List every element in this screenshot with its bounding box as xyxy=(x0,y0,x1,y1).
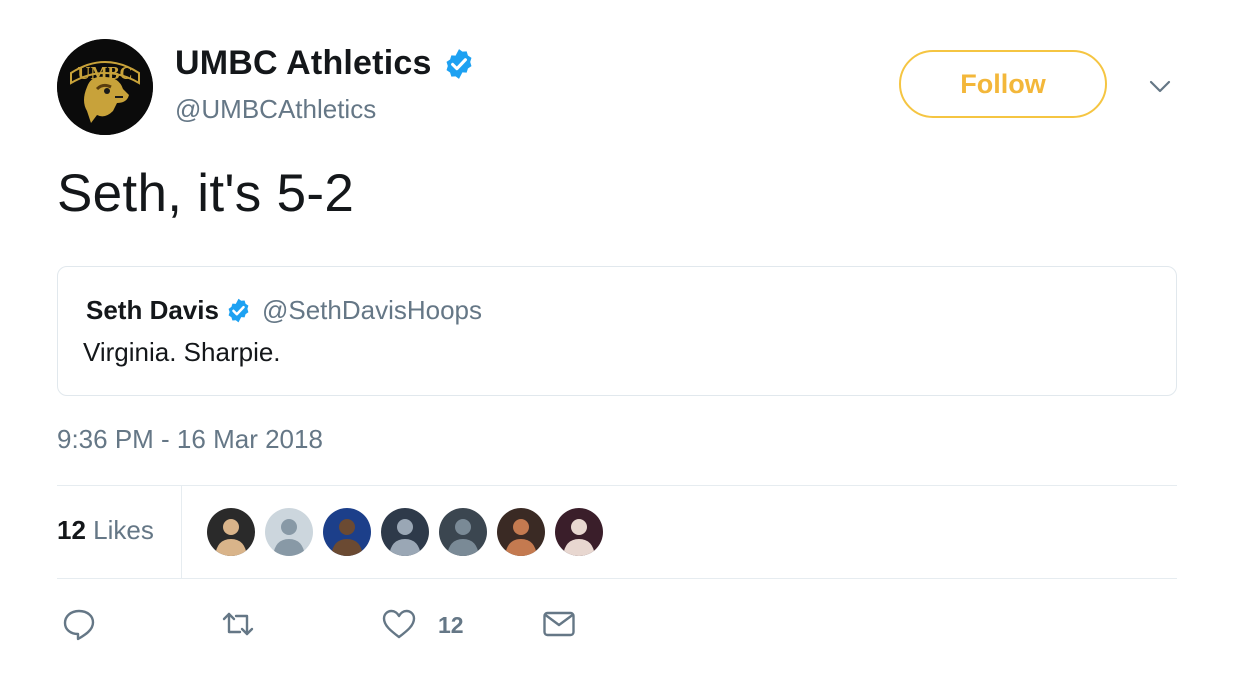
likes-label: Likes xyxy=(93,515,154,545)
liker-avatar[interactable] xyxy=(323,508,371,556)
quoted-author-row: Seth Davis @SethDavisHoops xyxy=(86,295,482,326)
tweet-text: Seth, it's 5-2 xyxy=(57,164,355,223)
svg-text:UMBC: UMBC xyxy=(78,63,133,83)
liker-avatar[interactable] xyxy=(497,508,545,556)
person-silhouette-icon xyxy=(505,519,537,556)
person-silhouette-icon xyxy=(563,519,595,556)
liker-avatar[interactable] xyxy=(555,508,603,556)
person-silhouette-icon xyxy=(215,519,247,556)
quoted-tweet-text: Virginia. Sharpie. xyxy=(83,337,281,367)
likers-avatar-list xyxy=(207,508,613,556)
verified-badge-icon xyxy=(446,48,472,79)
author-handle[interactable]: @UMBCAthletics xyxy=(175,94,376,125)
likes-count: 12 xyxy=(57,515,86,545)
liker-avatar[interactable] xyxy=(265,508,313,556)
like-heart-icon[interactable] xyxy=(381,606,417,642)
person-silhouette-icon xyxy=(331,519,363,556)
stats-top-divider xyxy=(57,485,1177,486)
quoted-tweet-card[interactable] xyxy=(57,266,1177,396)
quoted-author-name: Seth Davis xyxy=(86,295,219,325)
like-action-count: 12 xyxy=(438,612,464,638)
liker-avatar[interactable] xyxy=(381,508,429,556)
stats-bottom-divider xyxy=(57,578,1177,579)
reply-icon[interactable] xyxy=(61,606,97,642)
retweet-icon[interactable] xyxy=(220,606,256,642)
verified-badge-icon xyxy=(228,298,249,323)
stats-vertical-divider xyxy=(181,486,182,578)
likes-stat[interactable]: 12 Likes xyxy=(57,515,154,546)
chevron-down-icon[interactable] xyxy=(1146,72,1174,100)
author-avatar[interactable]: UMBC xyxy=(57,39,153,135)
follow-button[interactable]: Follow xyxy=(899,50,1107,118)
author-name[interactable]: UMBC Athletics xyxy=(175,44,432,83)
person-silhouette-icon xyxy=(273,519,305,556)
tweet-timestamp[interactable]: 9:36 PM - 16 Mar 2018 xyxy=(57,424,323,455)
direct-message-envelope-icon[interactable] xyxy=(541,606,577,642)
liker-avatar[interactable] xyxy=(439,508,487,556)
liker-avatar[interactable] xyxy=(207,508,255,556)
author-name-row[interactable]: UMBC Athletics xyxy=(175,44,476,83)
person-silhouette-icon xyxy=(389,519,421,556)
umbc-retriever-logo: UMBC xyxy=(57,39,153,135)
person-silhouette-icon xyxy=(447,519,479,556)
quoted-author-handle: @SethDavisHoops xyxy=(261,295,483,325)
